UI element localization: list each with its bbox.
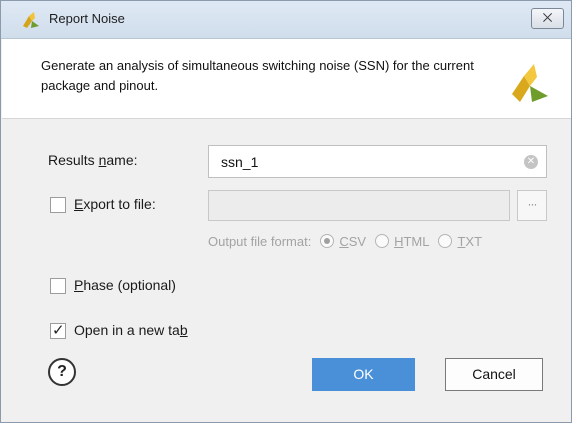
report-noise-dialog: Report Noise ⨉ Generate an analysis of s… (0, 0, 572, 423)
app-logo-icon (23, 12, 39, 28)
help-icon[interactable]: ? (48, 358, 76, 386)
cancel-button[interactable]: Cancel (445, 358, 543, 391)
export-to-file-label: Export to file: (74, 196, 156, 212)
open-in-new-tab-checkbox[interactable] (50, 321, 66, 339)
output-format-row: Output file format: CSV HTML TXT (208, 232, 482, 250)
radio-txt (438, 234, 453, 248)
product-logo-icon (512, 64, 548, 102)
export-path-field (208, 190, 510, 221)
output-format-label: Output file format: (208, 233, 312, 249)
close-icon: ⨉ (542, 11, 553, 25)
phase-label: Phase (optional) (74, 277, 176, 293)
phase-checkbox[interactable] (50, 278, 66, 294)
dialog-description: Generate an analysis of simultaneous swi… (41, 58, 474, 93)
ok-button[interactable]: OK (312, 358, 415, 391)
radio-txt-label: TXT (457, 233, 483, 249)
results-name-field[interactable]: ✕ (208, 145, 547, 178)
radio-csv-label: CSV (339, 233, 367, 249)
open-in-new-tab-label: Open in a new tab (74, 322, 188, 338)
browse-button: ··· (517, 190, 547, 221)
clear-icon[interactable]: ✕ (524, 155, 538, 169)
more-icon: ··· (527, 197, 538, 211)
results-name-input[interactable] (209, 146, 546, 177)
close-button[interactable]: ⨉ (531, 8, 564, 29)
window-title: Report Noise (49, 11, 125, 26)
radio-html-label: HTML (394, 233, 430, 249)
export-to-file-checkbox[interactable] (50, 197, 66, 213)
results-name-label: Results name: (48, 152, 138, 168)
title-bar: Report Noise ⨉ (1, 1, 571, 39)
dialog-header: Generate an analysis of simultaneous swi… (2, 39, 571, 119)
radio-html (375, 234, 390, 248)
radio-csv (320, 234, 335, 248)
